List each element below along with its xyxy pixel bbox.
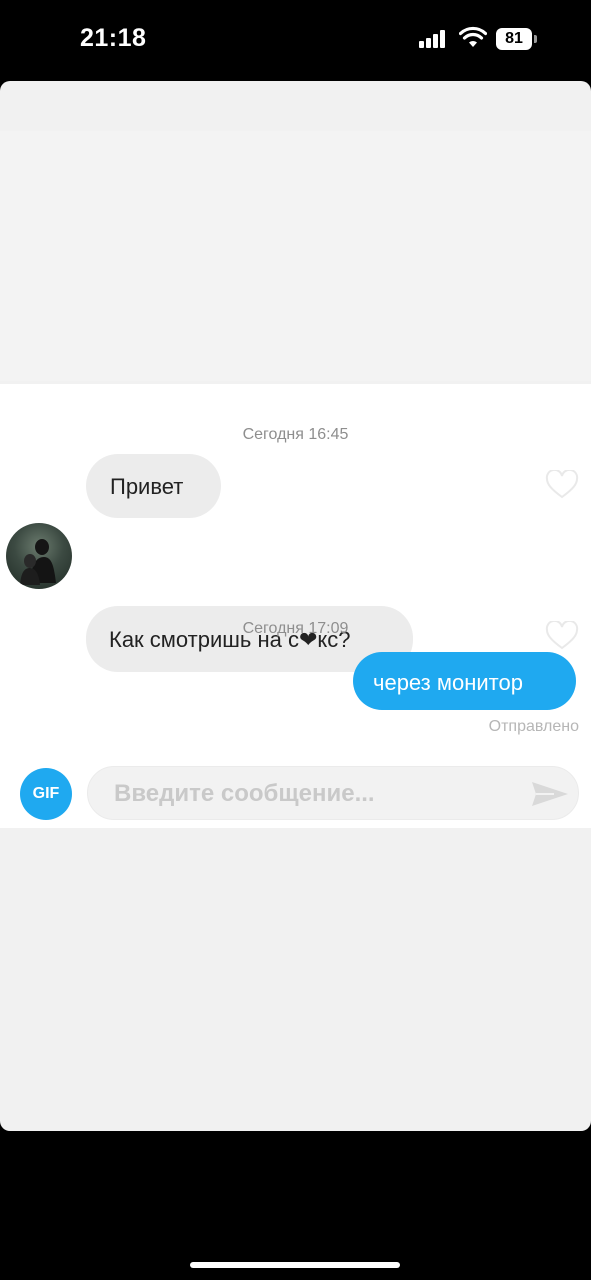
message-bubble-outgoing[interactable]: через монитор [353,652,576,710]
battery-icon: 81 [496,28,532,50]
blank-area [0,131,591,381]
timestamp: Сегодня 17:09 [242,620,349,637]
message-composer: GIF Введите сообщение... [0,754,591,828]
gif-button[interactable]: GIF [20,768,72,820]
message-placeholder: Введите сообщение... [114,780,375,807]
delivery-status: Отправлено [488,718,579,735]
clock: 21:18 [80,24,147,52]
avatar[interactable] [6,523,72,589]
heart-icon[interactable] [545,470,579,500]
wifi-icon [459,26,487,47]
screenshot-card: Сегодня 16:45 Привет Как смотришь на с❤к… [0,81,591,1131]
signal-icon [419,30,451,48]
battery-tip [534,35,537,43]
home-indicator[interactable] [190,1262,400,1268]
chat-thread: Сегодня 16:45 Привет Как смотришь на с❤к… [0,384,591,754]
message-input[interactable]: Введите сообщение... [87,766,579,820]
timestamp: Сегодня 16:45 [242,426,349,443]
status-bar: 21:18 81 [0,0,591,80]
message-bubble[interactable]: Привет [86,454,221,518]
send-icon[interactable] [530,779,570,809]
